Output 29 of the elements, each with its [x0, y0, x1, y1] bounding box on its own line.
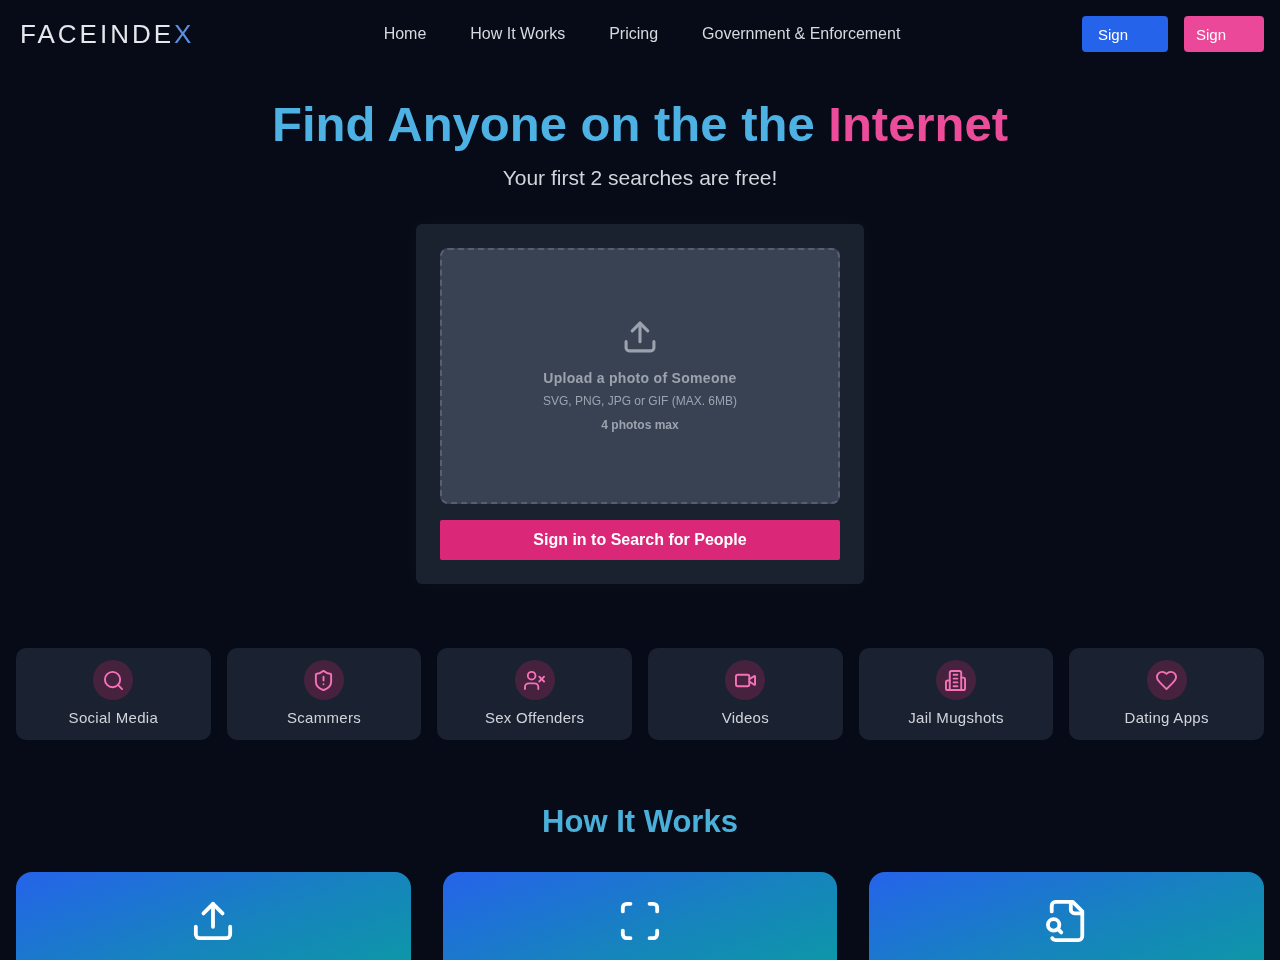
header-button[interactable]: Sign — [1184, 16, 1264, 52]
upload-title: Upload a photo of Someone — [543, 368, 737, 388]
site-logo[interactable]: FACEINDEX — [20, 18, 195, 50]
scan-frame-icon — [619, 900, 661, 942]
search-button[interactable]: Sign in to Search for People — [440, 520, 840, 560]
nav-link[interactable]: Pricing — [609, 25, 659, 43]
upload-dropzone[interactable]: Upload a photo of Someone SVG, PNG, JPG or GIF (MAX. 6MB) 4 photos max — [440, 248, 840, 504]
category-label: Videos — [721, 708, 770, 728]
nav-link[interactable]: How It Works — [470, 25, 566, 43]
search-icon — [93, 660, 134, 700]
category-label: Sex Offenders — [484, 708, 585, 728]
nav-link[interactable]: Government & Enforcement — [702, 25, 901, 43]
upload-icon — [192, 900, 235, 942]
upload-formats: SVG, PNG, JPG or GIF (MAX. 6MB) — [543, 392, 737, 409]
header-button[interactable]: Sign — [1082, 16, 1168, 52]
user-x-icon — [514, 660, 555, 700]
category-label: Scammers — [286, 708, 362, 728]
category-label: Social Media — [68, 708, 159, 728]
hero-title: Find Anyone on the the Internet — [272, 96, 1008, 153]
section-title: How It Works — [541, 804, 739, 840]
nav-link[interactable]: Home — [383, 25, 427, 43]
building-icon — [936, 660, 976, 700]
hero-subtitle: Your first 2 searches are free! — [502, 165, 778, 191]
shield-alert-icon — [304, 660, 344, 700]
category-label: Jail Mugshots — [908, 708, 1004, 728]
video-camera-icon — [725, 660, 766, 700]
upload-limit: 4 photos max — [601, 416, 679, 433]
upload-icon — [623, 319, 657, 354]
category-label: Dating Apps — [1124, 708, 1209, 728]
